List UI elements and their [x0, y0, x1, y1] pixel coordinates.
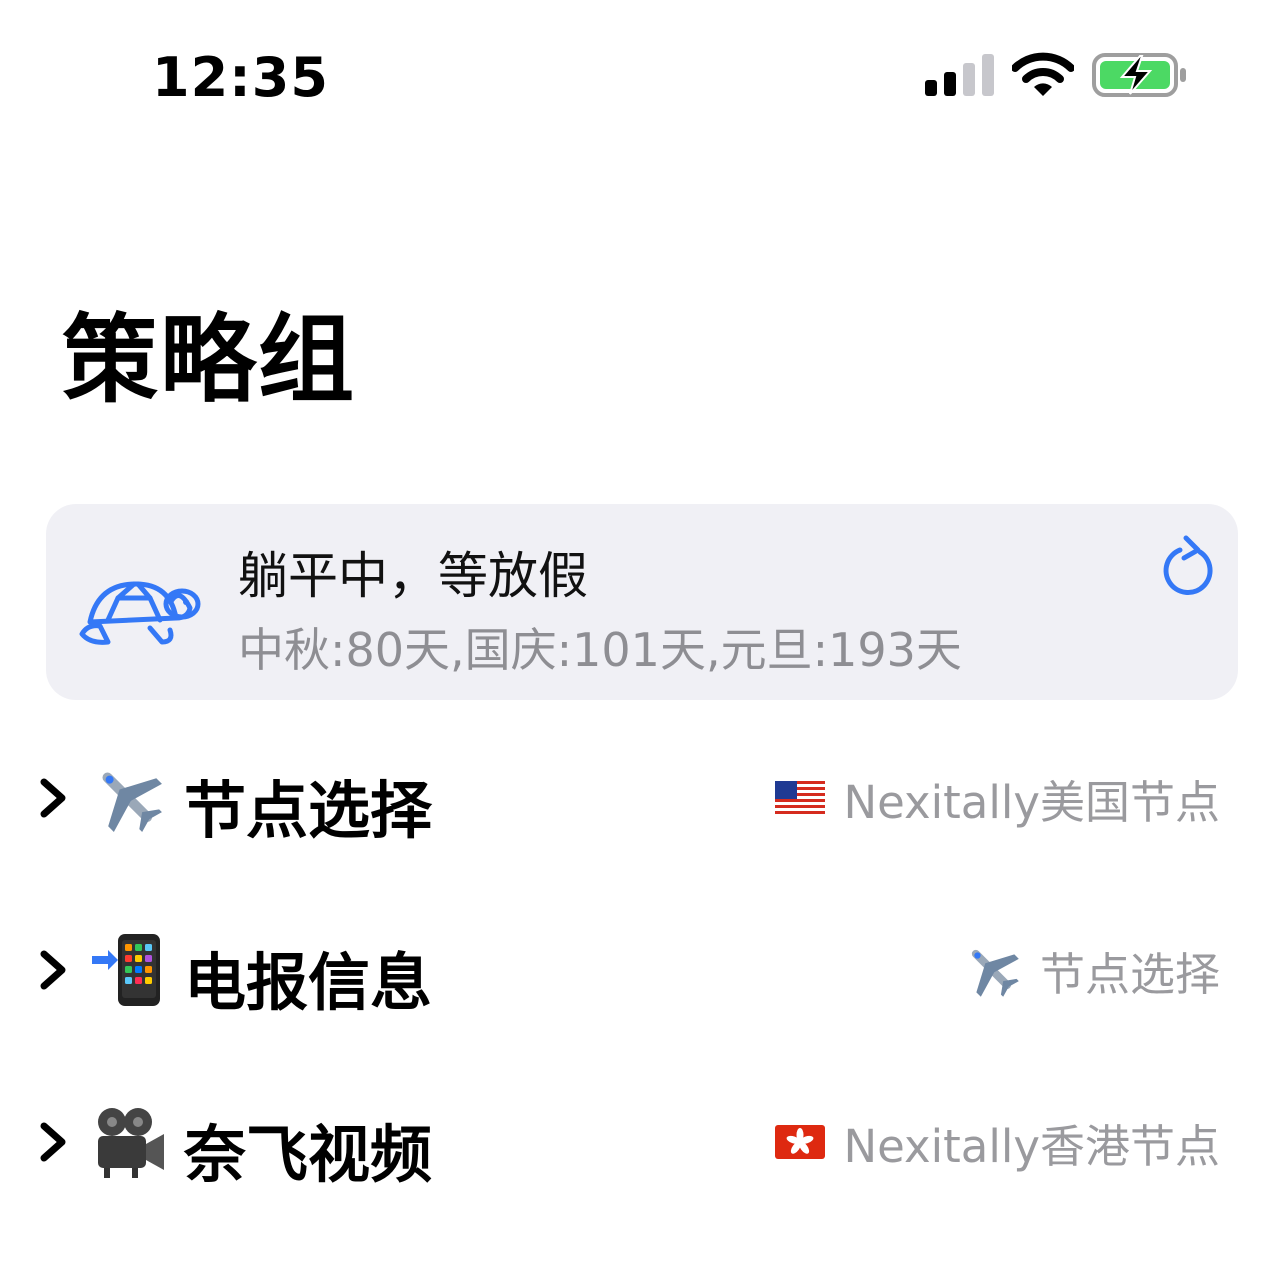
battery-charging-icon — [1092, 53, 1186, 97]
us-flag-icon — [775, 781, 826, 815]
banner-title: 躺平中，等放假 — [238, 547, 588, 605]
refresh-icon[interactable] — [1160, 534, 1216, 596]
group-row-netflix[interactable]: 奈飞视频 Nexitally香港节点 — [0, 1066, 1284, 1216]
status-bar: 12:35 — [0, 0, 1284, 150]
group-title: 奈飞视频 — [184, 1118, 433, 1191]
banner-subtitle: 中秋:80天,国庆:101天,元旦:193天 — [238, 623, 962, 677]
mobile-phone-arrow-icon — [92, 934, 160, 1006]
group-selected-value: Nexitally香港节点 — [775, 1112, 1220, 1173]
movie-camera-icon — [98, 1108, 164, 1178]
info-banner: 躺平中，等放假 中秋:80天,国庆:101天,元旦:193天 — [46, 504, 1238, 700]
group-value-text: Nexitally香港节点 — [843, 1119, 1220, 1173]
group-selected-value: Nexitally美国节点 — [775, 768, 1220, 829]
turtle-icon — [79, 581, 201, 645]
group-value-text: Nexitally美国节点 — [843, 775, 1220, 829]
group-row-telegram[interactable]: 电报信息 节点选择 — [0, 894, 1284, 1044]
airplane-icon — [971, 949, 1019, 997]
chevron-right-icon[interactable] — [36, 776, 70, 820]
status-time: 12:35 — [152, 46, 329, 109]
group-selected-value: 节点选择 — [962, 940, 1220, 1001]
page-title: 策略组 — [62, 304, 356, 416]
group-title: 节点选择 — [184, 774, 433, 847]
airplane-icon — [102, 772, 162, 832]
wifi-icon — [1012, 52, 1074, 96]
hk-flag-icon — [775, 1125, 826, 1159]
group-row-node-select[interactable]: 节点选择 Nexitally美国节点 — [0, 722, 1284, 872]
group-value-text: 节点选择 — [1039, 947, 1220, 1001]
chevron-right-icon[interactable] — [36, 948, 70, 992]
cellular-signal-icon — [925, 54, 994, 96]
group-title: 电报信息 — [184, 946, 433, 1019]
chevron-right-icon[interactable] — [36, 1120, 70, 1164]
